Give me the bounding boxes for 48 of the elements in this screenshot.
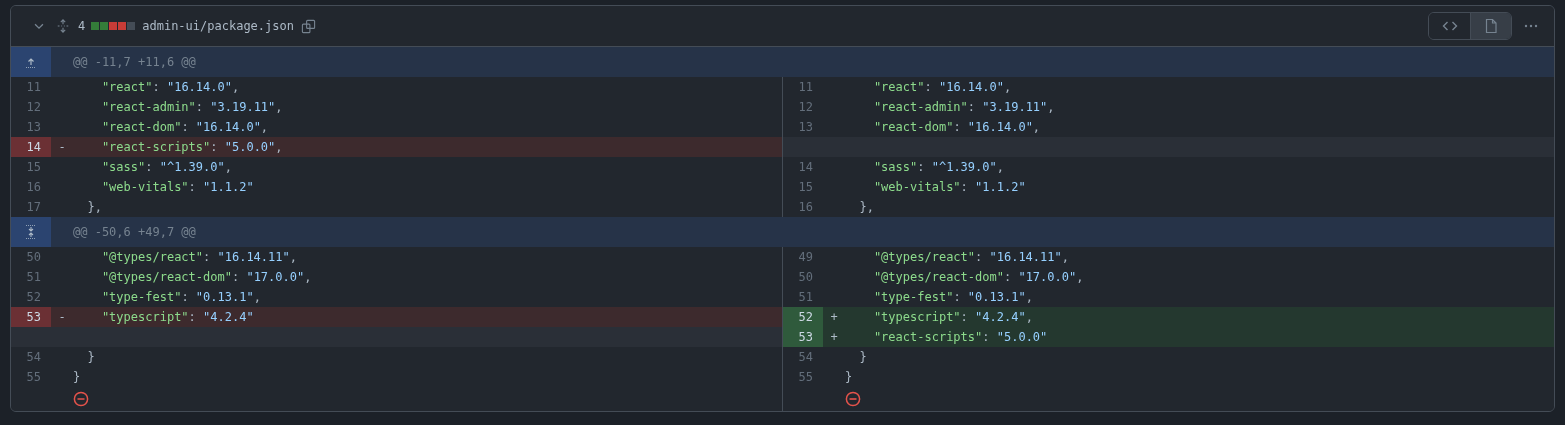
code-line: "react-dom": "16.14.0", [100, 119, 269, 136]
code-line: "web-vitals": "1.1.2" [872, 179, 1026, 196]
hunk-header: @@ -50,6 +49,7 @@ [73, 224, 196, 241]
line-number: 14 [11, 137, 51, 157]
copy-icon [301, 18, 317, 34]
expand-button[interactable] [11, 47, 51, 77]
code-line: "@types/react": "16.14.11", [872, 249, 1069, 266]
expand-arrows-icon [56, 19, 70, 33]
expand-button[interactable] [11, 217, 51, 247]
code-line: }, [86, 199, 102, 216]
code-line: "type-fest": "0.13.1", [872, 289, 1033, 306]
code-line: "react-admin": "3.19.11", [872, 99, 1055, 116]
added-sign: + [829, 309, 839, 326]
code-line: "@types/react-dom": "17.0.0", [100, 269, 312, 286]
code-line: "typescript": "4.2.4", [872, 309, 1033, 326]
code-line: } [845, 369, 853, 386]
code-line: "react": "16.14.0", [872, 79, 1012, 96]
file-icon [1483, 18, 1499, 34]
code-line: "sass": "^1.39.0", [872, 159, 1004, 176]
code-line: } [73, 369, 81, 386]
no-newline-icon [73, 391, 89, 407]
no-newline-icon [845, 391, 861, 407]
code-line: "react": "16.14.0", [100, 79, 240, 96]
line-number: 53 [11, 307, 51, 327]
code-line: "react-dom": "16.14.0", [872, 119, 1041, 136]
expand-all-button[interactable] [55, 16, 71, 36]
code-line: "typescript": "4.2.4" [100, 309, 254, 326]
line-number: 52 [783, 307, 823, 327]
code-line: "react-scripts": "5.0.0", [100, 139, 283, 156]
code-line: } [86, 349, 95, 366]
copy-button[interactable] [299, 17, 318, 35]
line-number: 53 [783, 327, 823, 347]
file-path-link[interactable]: admin-ui/package.json [142, 17, 294, 35]
code-line: "sass": "^1.39.0", [100, 159, 232, 176]
code-line: }, [858, 199, 874, 216]
removed-sign: - [57, 309, 67, 326]
hunk-header: @@ -11,7 +11,6 @@ [73, 54, 196, 71]
change-count: 4 [78, 18, 86, 35]
code-line: "react-admin": "3.19.11", [100, 99, 283, 116]
code-line: "@types/react-dom": "17.0.0", [872, 269, 1084, 286]
added-sign: + [829, 329, 839, 346]
file-view-button[interactable] [1470, 13, 1511, 39]
code-line: "@types/react": "16.14.11", [100, 249, 297, 266]
code-line: "react-scripts": "5.0.0" [872, 329, 1048, 346]
code-line: "type-fest": "0.13.1", [100, 289, 261, 306]
code-line: } [858, 349, 867, 366]
removed-sign: - [57, 139, 67, 156]
code-line: "web-vitals": "1.1.2" [100, 179, 254, 196]
